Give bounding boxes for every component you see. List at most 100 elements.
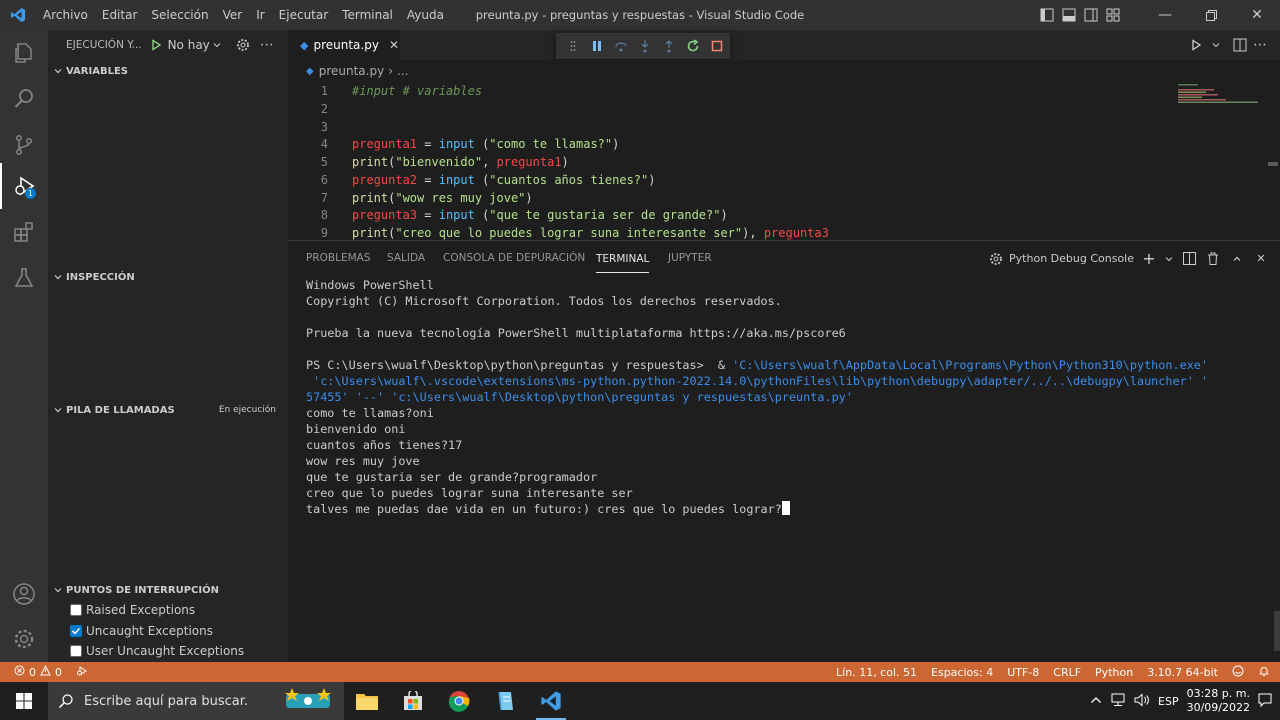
microsoft-store-icon[interactable] bbox=[390, 682, 436, 720]
chrome-icon[interactable] bbox=[436, 682, 482, 720]
feedback-icon[interactable] bbox=[1232, 665, 1244, 680]
taskbar-search[interactable]: Escribe aquí para buscar. bbox=[48, 682, 344, 720]
menu-editar[interactable]: Editar bbox=[95, 0, 145, 30]
notifications-icon[interactable] bbox=[1258, 693, 1272, 710]
python-interpreter[interactable]: 3.10.7 64-bit bbox=[1147, 666, 1218, 679]
step-into-icon[interactable] bbox=[636, 36, 654, 56]
terminal-name[interactable]: Python Debug Console bbox=[1009, 252, 1134, 265]
run-debug-icon[interactable]: 1 bbox=[0, 163, 48, 209]
menu-ayuda[interactable]: Ayuda bbox=[400, 0, 451, 30]
terminal-output[interactable]: Windows PowerShell Copyright (C) Microso… bbox=[306, 277, 1270, 657]
terminal-line: talves me puedas dae vida en un futuro:)… bbox=[306, 501, 1270, 517]
run-config-select[interactable]: No hay bbox=[150, 38, 222, 52]
chevron-down-icon[interactable] bbox=[1206, 30, 1226, 60]
more-actions-icon[interactable]: ⋯ bbox=[1250, 30, 1270, 60]
restore-icon[interactable] bbox=[1188, 0, 1234, 30]
tab-terminal[interactable]: TERMINAL bbox=[596, 245, 650, 273]
editor-scrollbar[interactable] bbox=[1266, 82, 1280, 240]
menu-seleccion[interactable]: Selección bbox=[144, 0, 215, 30]
chevron-down-icon[interactable] bbox=[1164, 241, 1174, 276]
breadcrumb-file[interactable]: preunta.py bbox=[319, 64, 384, 78]
network-icon[interactable] bbox=[1110, 693, 1126, 710]
tab-jupyter[interactable]: JUPYTER bbox=[668, 241, 712, 276]
new-terminal-icon[interactable]: + bbox=[1140, 241, 1158, 276]
source-control-icon[interactable] bbox=[0, 122, 48, 168]
menu-terminal[interactable]: Terminal bbox=[335, 0, 400, 30]
encoding[interactable]: UTF-8 bbox=[1007, 666, 1039, 679]
tray-chevron-up-icon[interactable] bbox=[1090, 695, 1102, 708]
windows-start-icon[interactable] bbox=[0, 682, 48, 720]
code-token: "bienvenido" bbox=[395, 155, 483, 169]
tab-preunta-py[interactable]: ◆ preunta.py ✕ bbox=[288, 30, 400, 60]
menu-ir[interactable]: Ir bbox=[249, 0, 271, 30]
gear-icon[interactable] bbox=[236, 38, 250, 52]
menu-ver[interactable]: Ver bbox=[216, 0, 250, 30]
testing-icon[interactable] bbox=[0, 255, 48, 301]
more-actions-icon[interactable]: ⋯ bbox=[260, 37, 274, 53]
error-icon[interactable] bbox=[14, 665, 25, 679]
pause-icon[interactable] bbox=[588, 36, 606, 56]
warning-icon[interactable] bbox=[40, 664, 51, 679]
maximize-panel-icon[interactable] bbox=[1228, 241, 1246, 276]
section-puntos-interrupcion[interactable]: PUNTOS DE INTERRUPCIÓN bbox=[48, 579, 288, 601]
code-token: "como te llamas?" bbox=[489, 137, 613, 151]
line-ending[interactable]: CRLF bbox=[1053, 666, 1081, 679]
checkbox-checked[interactable] bbox=[70, 625, 82, 637]
checkbox[interactable] bbox=[70, 645, 82, 657]
checkbox[interactable] bbox=[70, 604, 82, 616]
split-terminal-icon[interactable] bbox=[1180, 241, 1198, 276]
minimap[interactable] bbox=[1176, 82, 1266, 112]
toggle-primary-sidebar-icon[interactable] bbox=[1036, 0, 1058, 30]
stop-icon[interactable] bbox=[708, 36, 726, 56]
close-window-icon[interactable]: ✕ bbox=[1234, 0, 1280, 30]
toggle-secondary-sidebar-icon[interactable] bbox=[1080, 0, 1102, 30]
menu-archivo[interactable]: Archivo bbox=[36, 0, 95, 30]
file-explorer-icon[interactable] bbox=[344, 682, 390, 720]
cursor-position[interactable]: Lín. 11, col. 51 bbox=[836, 666, 917, 679]
restart-icon[interactable] bbox=[684, 36, 702, 56]
breakpoint-raised-exceptions[interactable]: Raised Exceptions bbox=[70, 600, 195, 620]
code-editor[interactable]: 1 #input # variables 2 3 4 pregunta1 = inp… bbox=[288, 82, 1280, 240]
trash-icon[interactable] bbox=[1204, 241, 1222, 276]
run-file-icon[interactable] bbox=[1186, 30, 1206, 60]
section-variables[interactable]: VARIABLES bbox=[48, 60, 288, 82]
extensions-icon[interactable] bbox=[0, 209, 48, 255]
breakpoint-uncaught-exceptions[interactable]: Uncaught Exceptions bbox=[70, 621, 213, 641]
error-count[interactable]: 0 bbox=[29, 666, 36, 679]
settings-gear-icon[interactable] bbox=[0, 616, 48, 662]
customize-layout-icon[interactable] bbox=[1102, 0, 1124, 30]
warning-count[interactable]: 0 bbox=[55, 666, 62, 679]
section-inspeccion[interactable]: INSPECCIÓN bbox=[48, 266, 288, 288]
minimize-icon[interactable]: — bbox=[1142, 0, 1188, 30]
toggle-panel-icon[interactable] bbox=[1058, 0, 1080, 30]
breadcrumb-more[interactable]: ... bbox=[397, 64, 408, 78]
split-editor-icon[interactable] bbox=[1230, 30, 1250, 60]
tab-consola-depuracion[interactable]: CONSOLA DE DEPURACIÓN bbox=[443, 241, 585, 276]
language-mode[interactable]: Python bbox=[1095, 666, 1133, 679]
input-language[interactable]: ESP bbox=[1158, 695, 1179, 708]
close-tab-icon[interactable]: ✕ bbox=[389, 38, 399, 52]
scroll-thumb[interactable] bbox=[1268, 162, 1278, 166]
clock[interactable]: 03:28 p. m. 30/09/2022 bbox=[1187, 687, 1250, 715]
search-icon[interactable] bbox=[0, 76, 48, 122]
indentation[interactable]: Espacios: 4 bbox=[931, 666, 993, 679]
debug-status-icon[interactable] bbox=[76, 665, 88, 680]
breakpoint-user-uncaught-exceptions[interactable]: User Uncaught Exceptions bbox=[70, 641, 244, 661]
tab-problemas[interactable]: PROBLEMAS bbox=[306, 241, 371, 276]
account-icon[interactable] bbox=[0, 571, 48, 617]
section-pila-llamadas[interactable]: PILA DE LLAMADAS En ejecución bbox=[48, 399, 288, 421]
tab-salida[interactable]: SALIDA bbox=[387, 241, 425, 276]
notifications-bell-icon[interactable] bbox=[1258, 665, 1270, 680]
start-debug-icon[interactable] bbox=[150, 39, 162, 51]
code-token: ) bbox=[561, 155, 569, 169]
step-out-icon[interactable] bbox=[660, 36, 678, 56]
notepad-icon[interactable] bbox=[482, 682, 528, 720]
drag-handle-icon[interactable] bbox=[564, 36, 582, 56]
menu-ejecutar[interactable]: Ejecutar bbox=[272, 0, 336, 30]
explorer-icon[interactable] bbox=[0, 30, 48, 76]
volume-icon[interactable] bbox=[1134, 692, 1150, 710]
panel-scrollbar[interactable] bbox=[1274, 611, 1280, 651]
close-panel-icon[interactable]: ✕ bbox=[1252, 241, 1270, 276]
vscode-taskbar-icon[interactable] bbox=[528, 682, 574, 720]
step-over-icon[interactable] bbox=[612, 36, 630, 56]
